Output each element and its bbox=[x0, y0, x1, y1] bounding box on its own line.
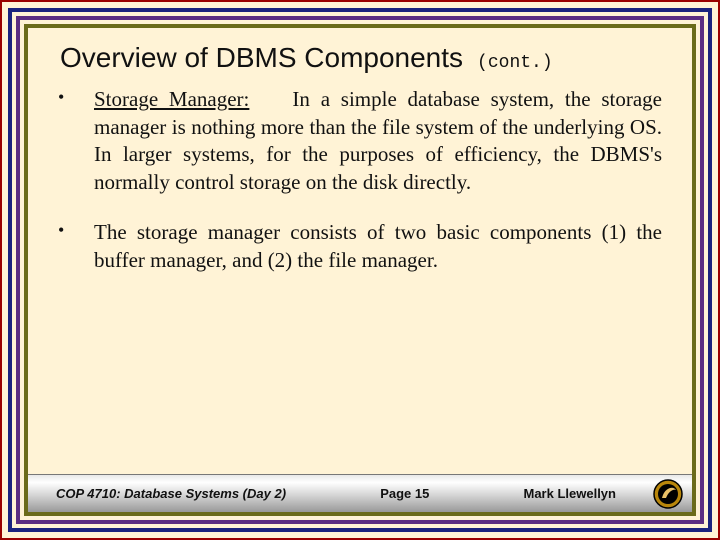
border-purple: Overview of DBMS Components (cont.) Stor… bbox=[16, 16, 704, 524]
slide-body: Storage Manager: In a simple database sy… bbox=[50, 86, 670, 512]
logo bbox=[644, 474, 692, 512]
bullet-text: The storage manager consists of two basi… bbox=[94, 220, 662, 272]
pegasus-seal-icon bbox=[652, 478, 684, 510]
slide: Overview of DBMS Components (cont.) Stor… bbox=[0, 0, 720, 540]
footer: COP 4710: Database Systems (Day 2) Page … bbox=[28, 474, 692, 512]
bullet-term: Storage Manager: bbox=[94, 87, 249, 111]
border-olive: Overview of DBMS Components (cont.) Stor… bbox=[24, 24, 696, 516]
bullet-list: Storage Manager: In a simple database sy… bbox=[54, 86, 662, 274]
footer-author: Mark Llewellyn bbox=[524, 486, 616, 501]
slide-cont-label: (cont.) bbox=[477, 53, 553, 73]
footer-course: COP 4710: Database Systems (Day 2) bbox=[56, 486, 286, 501]
slide-title: Overview of DBMS Components bbox=[60, 42, 463, 74]
border-blue: Overview of DBMS Components (cont.) Stor… bbox=[8, 8, 712, 532]
list-item: Storage Manager: In a simple database sy… bbox=[54, 86, 662, 197]
footer-bar: COP 4710: Database Systems (Day 2) Page … bbox=[28, 474, 644, 512]
title-row: Overview of DBMS Components (cont.) bbox=[50, 42, 670, 74]
footer-page: Page 15 bbox=[380, 486, 429, 501]
list-item: The storage manager consists of two basi… bbox=[54, 219, 662, 274]
